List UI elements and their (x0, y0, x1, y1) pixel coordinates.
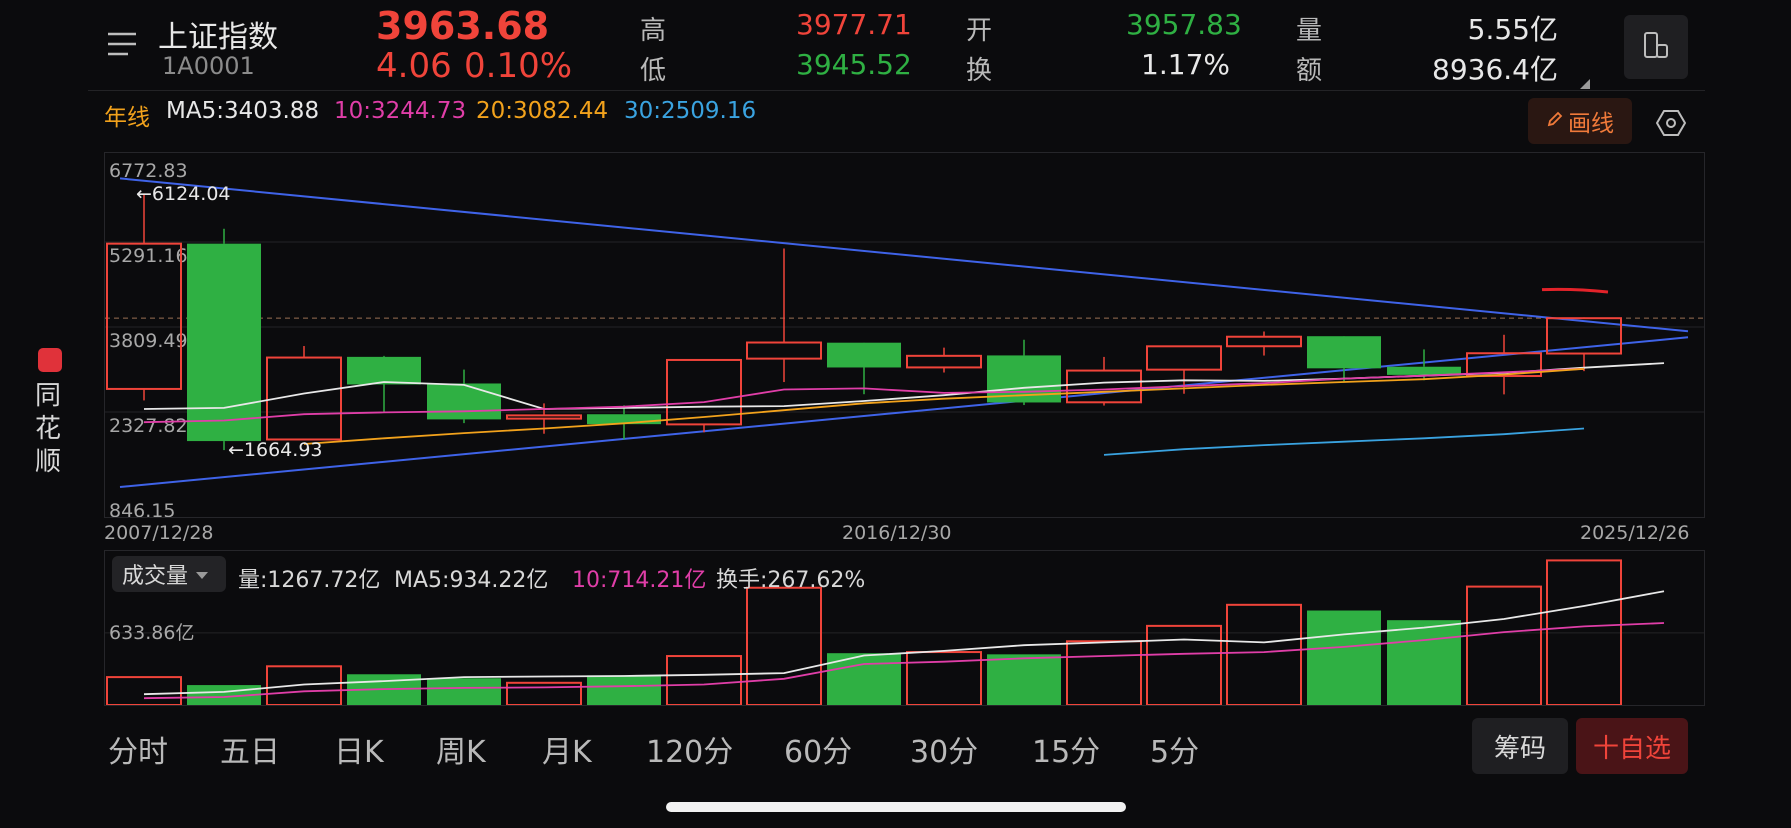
high-value: 3977.71 (796, 8, 912, 41)
candle-body (1146, 345, 1222, 371)
volume-bar (1466, 585, 1542, 705)
volume-label: 量 (1296, 16, 1323, 46)
tab-monthly-k[interactable]: 月K (542, 727, 592, 771)
candle-body (1387, 366, 1461, 375)
tab-5-min[interactable]: 5分 (1150, 727, 1199, 771)
price-change: 4.06 (376, 46, 452, 86)
volume-bar (1146, 624, 1222, 705)
candle-body (746, 341, 822, 360)
volume-bar (987, 654, 1061, 705)
candle-body (427, 383, 501, 420)
y-axis-label: 3809.49 (109, 330, 188, 352)
candle-body (1226, 335, 1302, 348)
x-label-mid: 2016/12/30 (842, 522, 952, 544)
volume-y-label: 633.86亿 (109, 622, 194, 644)
candle-body (1066, 369, 1142, 404)
tab-120-min[interactable]: 120分 (646, 727, 733, 771)
menu-icon[interactable] (106, 30, 138, 58)
tab-five-day[interactable]: 五日 (220, 727, 280, 771)
kline-chart[interactable]: 6772.835291.163809.492327.82846.15←6124.… (105, 153, 1704, 517)
volume-bar (1066, 640, 1142, 705)
x-label-end: 2025/12/26 (1580, 522, 1690, 544)
chips-button[interactable]: 筹码 (1472, 718, 1568, 774)
amount-value: 8936.4亿 (1432, 53, 1558, 86)
tab-weekly-k[interactable]: 周K (436, 727, 486, 771)
ma10-value: 10:3244.73 (334, 98, 467, 124)
chips-label: 筹码 (1493, 733, 1546, 764)
y-axis-label: 2327.82 (109, 415, 188, 437)
tab-intraday[interactable]: 分时 (108, 727, 168, 771)
expand-corner-icon[interactable] (1580, 74, 1590, 89)
x-label-start: 2007/12/28 (104, 522, 214, 544)
pencil-icon (1546, 108, 1564, 134)
min-price-marker: ←1664.93 (228, 439, 323, 461)
home-indicator (666, 802, 1126, 812)
kline-chart-panel[interactable]: 6772.83 5291.16 3809.49 2327.82 846.15 ←6124.… (104, 152, 1705, 518)
phone-rotate-icon (1640, 29, 1672, 65)
ma20-value: 20:3082.44 (476, 98, 609, 124)
price-change-pct: 0.10% (464, 46, 573, 86)
stock-name: 上证指数 (158, 20, 278, 55)
max-price-marker: ←6124.04 (136, 183, 231, 205)
tab-15-min[interactable]: 15分 (1032, 727, 1100, 771)
turnover-label: 换 (966, 56, 993, 86)
candle-body (1307, 336, 1381, 369)
stock-code: 1A0001 (162, 52, 255, 80)
y-axis-label: 5291.16 (109, 245, 188, 267)
trend-line (119, 177, 1689, 333)
ma30-value: 30:2509.16 (624, 98, 757, 124)
volume-bar (1226, 603, 1302, 705)
add-watchlist-button[interactable]: 十自选 (1576, 718, 1688, 774)
volume-value: 5.55亿 (1467, 13, 1558, 46)
low-label: 低 (640, 56, 667, 86)
volume-ma10: 10:714.21亿 (572, 568, 707, 593)
y-axis-label: 846.15 (109, 500, 175, 517)
volume-bar (746, 586, 822, 705)
volume-bar (106, 676, 182, 705)
candle-body (506, 414, 582, 420)
tab-daily-k[interactable]: 日K (334, 727, 384, 771)
app-logo-icon (38, 348, 62, 372)
volume-bar (1387, 620, 1461, 705)
settings-hexagon-icon[interactable] (1655, 108, 1687, 138)
ma30-line (1103, 427, 1585, 456)
tab-60-min[interactable]: 60分 (784, 727, 852, 771)
caret-down-icon (196, 565, 209, 584)
header-divider (88, 90, 1705, 91)
volume-indicator-select[interactable]: 成交量 (112, 556, 226, 592)
last-price: 3963.68 (376, 4, 550, 48)
volume-amount: 量:1267.72亿 (238, 568, 381, 593)
add-watchlist-label: 十自选 (1592, 733, 1671, 764)
volume-indicator-label: 成交量 (122, 564, 189, 589)
volume-turnover: 换手:267.62% (716, 568, 866, 593)
candle-body (906, 354, 982, 369)
ma5-value: MA5:3403.88 (166, 98, 320, 124)
candle-body (347, 356, 421, 385)
turnover-value: 1.17% (1141, 48, 1230, 81)
drawn-annotation-line (1541, 287, 1609, 294)
draw-line-label: 画线 (1568, 111, 1614, 137)
volume-bar (666, 655, 742, 705)
volume-bar (1307, 610, 1381, 705)
period-year-label[interactable]: 年线 (104, 98, 150, 132)
open-label: 开 (966, 16, 993, 46)
volume-bar (587, 675, 661, 705)
candle-body (187, 243, 261, 442)
low-value: 3945.52 (796, 48, 912, 81)
landscape-toggle-button[interactable] (1624, 15, 1688, 79)
amount-label: 额 (1296, 56, 1323, 86)
app-logo-text: 同花顺 (35, 381, 62, 477)
open-value: 3957.83 (1126, 8, 1242, 41)
volume-ma5: MA5:934.22亿 (394, 568, 549, 593)
high-label: 高 (640, 16, 667, 46)
volume-bar (427, 678, 501, 705)
candle-body (827, 342, 901, 368)
volume-bar (266, 665, 342, 705)
tab-30-min[interactable]: 30分 (910, 727, 978, 771)
draw-line-button[interactable]: 画线 (1528, 98, 1632, 144)
